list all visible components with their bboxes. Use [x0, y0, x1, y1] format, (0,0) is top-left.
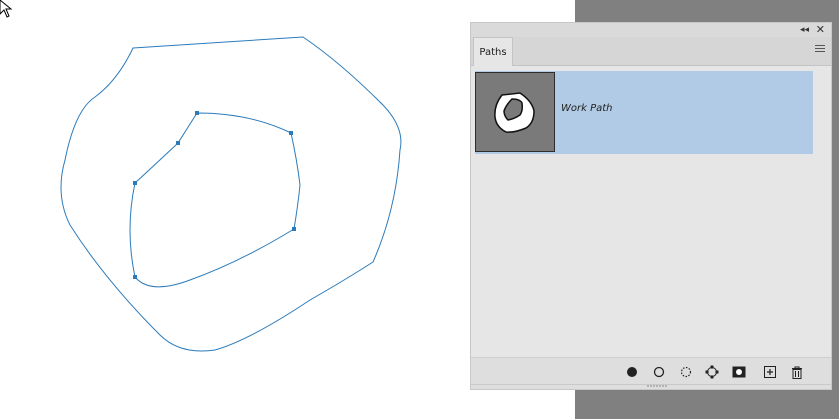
anchor-point[interactable] — [133, 275, 137, 279]
anchor-point[interactable] — [133, 181, 137, 185]
create-new-path-icon[interactable] — [763, 365, 777, 379]
path-row-work-path[interactable]: Work Path — [475, 71, 813, 154]
resize-grip-icon[interactable] — [647, 384, 667, 388]
add-mask-icon[interactable] — [732, 365, 746, 379]
paths-panel: ◂◂ ✕ Paths Work Path — [470, 22, 832, 390]
path-name: Work Path — [561, 103, 613, 114]
tab-label: Paths — [479, 46, 507, 58]
load-path-as-selection-icon[interactable] — [679, 365, 693, 379]
path-thumbnail-icon — [494, 92, 535, 133]
tab-paths[interactable]: Paths — [473, 37, 513, 66]
panel-bottom-toolbar — [471, 357, 831, 389]
path-thumbnail — [475, 72, 555, 152]
make-work-path-icon[interactable] — [705, 365, 719, 379]
fill-path-icon[interactable] — [625, 365, 639, 379]
delete-path-icon[interactable] — [790, 365, 804, 379]
double-chevron-left-icon[interactable]: ◂◂ — [800, 24, 809, 36]
anchor-point[interactable] — [176, 141, 180, 145]
anchor-point[interactable] — [195, 111, 199, 115]
panel-tab-row: Paths — [471, 37, 831, 66]
outer-subpath[interactable] — [60, 36, 402, 352]
anchor-points[interactable] — [133, 111, 296, 279]
stroke-path-icon[interactable] — [652, 365, 666, 379]
panel-menu-icon[interactable] — [815, 45, 825, 55]
mouse-cursor-icon — [0, 0, 13, 18]
panel-titlebar[interactable]: ◂◂ ✕ — [471, 23, 831, 37]
inner-subpath[interactable] — [129, 112, 301, 288]
close-icon[interactable]: ✕ — [816, 23, 825, 37]
anchor-point[interactable] — [292, 227, 296, 231]
anchor-point[interactable] — [289, 131, 293, 135]
